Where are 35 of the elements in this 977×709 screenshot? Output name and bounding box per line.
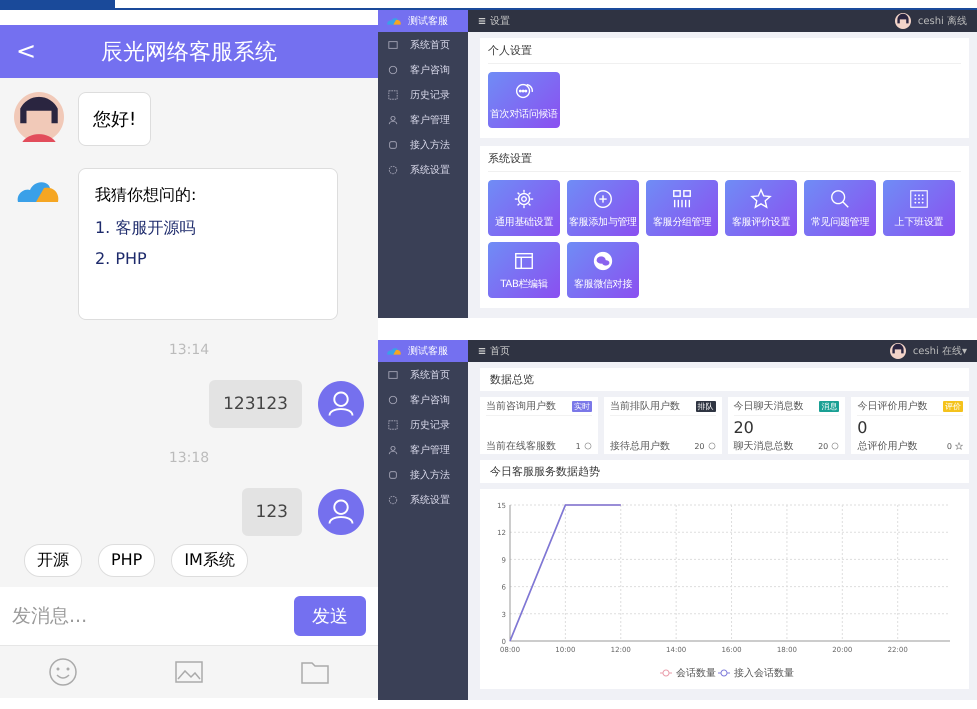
section-title: 系统设置 xyxy=(488,146,961,172)
chart-title: 今日客服服务数据趋势 xyxy=(480,460,969,483)
stat-value: 1 xyxy=(576,442,581,450)
chat-bubble: 123123 xyxy=(209,380,302,428)
legend-label: 接入会话数量 xyxy=(734,668,794,679)
stat-value: 0 xyxy=(946,442,952,450)
stat-tag: 评价 xyxy=(943,400,963,412)
breadcrumb: 首页 xyxy=(490,345,510,358)
stat-label: 总评价用户数 xyxy=(857,440,918,453)
suggestion-intro: 我猜你想问的: xyxy=(95,185,198,206)
stat-value: 20 xyxy=(694,442,704,450)
stat-label: 当前排队用户数 xyxy=(610,400,680,413)
stat-value: 20 xyxy=(818,442,828,450)
stat-label: 当前在线客服数 xyxy=(486,440,557,453)
timestamp: 13:14 xyxy=(168,342,210,358)
stat-label: 今日聊天消息数 xyxy=(734,400,804,413)
legend-label: 会话数量 xyxy=(676,668,716,679)
stat-value: 0 xyxy=(857,418,868,437)
section-title: 个人设置 xyxy=(488,38,961,64)
app-title: 辰光网络客服系统 xyxy=(101,38,277,66)
chat-bubble: 123 xyxy=(242,488,302,536)
stat-label: 接待总用户数 xyxy=(610,440,671,453)
timestamp: 13:18 xyxy=(168,450,210,466)
breadcrumb: 设置 xyxy=(490,14,510,28)
chat-bubble: 您好! xyxy=(78,92,152,146)
brand-name: 测试客服 xyxy=(408,344,448,358)
stat-tag: 消息 xyxy=(819,400,840,412)
stat-tag: 实时 xyxy=(572,400,592,412)
stat-label: 今日评价用户数 xyxy=(857,400,928,413)
stat-value: 20 xyxy=(734,418,754,437)
stat-label: 聊天消息总数 xyxy=(734,440,794,453)
stat-label: 当前咨询用户数 xyxy=(486,400,556,413)
overview-title: 数据总览 xyxy=(480,368,969,391)
brand-name: 测试客服 xyxy=(408,14,448,28)
stat-tag: 排队 xyxy=(696,400,716,412)
